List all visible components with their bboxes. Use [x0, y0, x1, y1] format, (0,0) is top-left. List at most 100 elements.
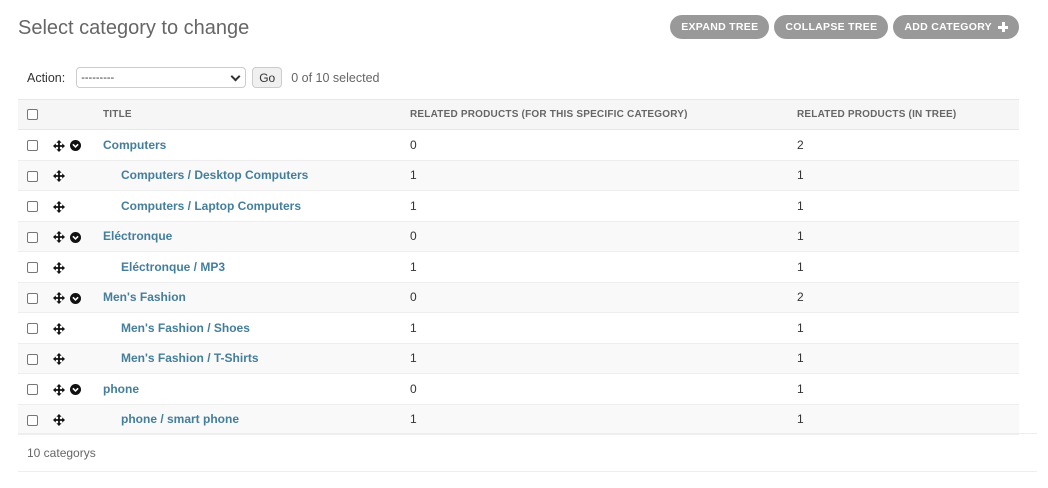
row-tools-cell: [51, 282, 103, 313]
table-row: Computers 0 2: [18, 129, 1019, 161]
row-tools-cell: [51, 160, 103, 191]
row-related-specific: 1: [408, 190, 795, 222]
move-icon[interactable]: [53, 292, 65, 305]
table-row: Computers / Desktop Computers 1 1: [18, 160, 1019, 191]
go-button[interactable]: Go: [252, 67, 283, 88]
collapse-tree-button[interactable]: COLLAPSE TREE: [774, 15, 889, 39]
row-checkbox[interactable]: [27, 170, 38, 182]
category-link[interactable]: Eléctronque: [103, 229, 172, 243]
row-title-cell: Computers: [103, 129, 408, 161]
object-tools: EXPAND TREE COLLAPSE TREE ADD CATEGORY: [670, 15, 1019, 39]
header-tools: [51, 99, 103, 130]
row-checkbox[interactable]: [27, 353, 38, 365]
row-checkbox[interactable]: [27, 292, 38, 304]
row-related-tree: 1: [795, 251, 1019, 283]
row-checkbox[interactable]: [27, 201, 38, 213]
chevron-circle-down-icon[interactable]: [70, 384, 81, 396]
table-row: Men's Fashion 0 2: [18, 282, 1019, 313]
chevron-circle-down-icon[interactable]: [70, 140, 81, 152]
category-link[interactable]: Men's Fashion: [103, 290, 186, 304]
add-category-button[interactable]: ADD CATEGORY: [893, 15, 1019, 39]
move-icon[interactable]: [53, 200, 65, 213]
action-select-value: ---------: [81, 71, 115, 84]
table-row: phone / smart phone 1 1: [18, 404, 1019, 435]
row-tools-cell: [51, 404, 103, 435]
select-all-checkbox[interactable]: [27, 108, 38, 120]
row-related-specific: 1: [408, 251, 795, 283]
header-title[interactable]: TITLE: [103, 99, 408, 130]
category-link[interactable]: phone / smart phone: [103, 412, 239, 426]
move-icon[interactable]: [53, 383, 65, 396]
row-checkbox[interactable]: [27, 414, 38, 426]
page-title: Select category to change: [18, 17, 250, 39]
actions-bar: Action: --------- Go 0 of 10 selected: [27, 67, 380, 88]
row-tools-cell: [51, 221, 103, 252]
table-row: Men's Fashion / T-Shirts 1 1: [18, 343, 1019, 374]
move-icon[interactable]: [53, 170, 65, 183]
row-related-tree: 2: [795, 129, 1019, 161]
row-title-cell: Eléctronque / MP3: [103, 251, 408, 283]
header-related-specific[interactable]: RELATED PRODUCTS (FOR THIS SPECIFIC CATE…: [408, 99, 795, 130]
row-title-cell: Computers / Laptop Computers: [103, 190, 408, 222]
category-link[interactable]: Men's Fashion / T-Shirts: [103, 351, 259, 365]
row-title-cell: Men's Fashion / Shoes: [103, 312, 408, 344]
row-tools-cell: [51, 251, 103, 283]
category-link[interactable]: Computers / Laptop Computers: [103, 199, 301, 213]
move-icon[interactable]: [53, 261, 65, 274]
row-related-tree: 1: [795, 373, 1019, 405]
category-link[interactable]: phone: [103, 382, 139, 396]
move-icon[interactable]: [53, 322, 65, 335]
row-checkbox[interactable]: [27, 262, 38, 274]
header-related-tree[interactable]: RELATED PRODUCTS (IN TREE): [795, 99, 1019, 130]
result-count: 10 categorys: [27, 446, 96, 460]
row-checkbox[interactable]: [27, 323, 38, 335]
row-checkbox[interactable]: [27, 231, 38, 243]
row-related-specific: 1: [408, 343, 795, 374]
row-title-cell: Men's Fashion / T-Shirts: [103, 343, 408, 374]
category-link[interactable]: Computers / Desktop Computers: [103, 168, 308, 182]
category-link[interactable]: Men's Fashion / Shoes: [103, 321, 250, 335]
table-row: Computers / Laptop Computers 1 1: [18, 190, 1019, 222]
move-icon[interactable]: [53, 231, 65, 244]
row-title-cell: Computers / Desktop Computers: [103, 160, 408, 191]
row-select-cell: [18, 190, 51, 222]
row-related-tree: 1: [795, 343, 1019, 374]
row-checkbox[interactable]: [27, 384, 38, 396]
table-row: Eléctronque 0 1: [18, 221, 1019, 252]
row-tools-cell: [51, 190, 103, 222]
chevron-down-icon: [230, 71, 241, 81]
category-link[interactable]: Computers: [103, 138, 166, 152]
row-select-cell: [18, 129, 51, 161]
expand-tree-button[interactable]: EXPAND TREE: [670, 15, 770, 39]
table-row: Men's Fashion / Shoes 1 1: [18, 312, 1019, 344]
add-category-label: ADD CATEGORY: [904, 21, 992, 33]
row-related-tree: 2: [795, 282, 1019, 313]
row-related-specific: 0: [408, 129, 795, 161]
row-related-specific: 1: [408, 404, 795, 435]
category-link[interactable]: Eléctronque / MP3: [103, 260, 225, 274]
table-header-row: TITLE RELATED PRODUCTS (FOR THIS SPECIFI…: [18, 99, 1019, 130]
row-related-tree: 1: [795, 404, 1019, 435]
move-icon[interactable]: [53, 414, 65, 427]
row-related-tree: 1: [795, 221, 1019, 252]
action-label: Action:: [27, 70, 66, 85]
header-select-all: [18, 99, 51, 130]
row-select-cell: [18, 404, 51, 435]
move-icon[interactable]: [53, 139, 65, 152]
chevron-circle-down-icon[interactable]: [70, 231, 81, 243]
row-title-cell: Men's Fashion: [103, 282, 408, 313]
chevron-circle-down-icon[interactable]: [70, 292, 81, 304]
row-related-tree: 1: [795, 190, 1019, 222]
row-related-specific: 1: [408, 160, 795, 191]
row-tools-cell: [51, 312, 103, 344]
row-checkbox[interactable]: [27, 140, 38, 152]
row-related-specific: 1: [408, 312, 795, 344]
row-related-tree: 1: [795, 160, 1019, 191]
move-icon[interactable]: [53, 353, 65, 366]
row-select-cell: [18, 312, 51, 344]
row-select-cell: [18, 373, 51, 405]
row-related-specific: 0: [408, 373, 795, 405]
action-select[interactable]: ---------: [76, 67, 247, 88]
row-related-specific: 0: [408, 221, 795, 252]
collapse-tree-label: COLLAPSE TREE: [785, 21, 878, 33]
